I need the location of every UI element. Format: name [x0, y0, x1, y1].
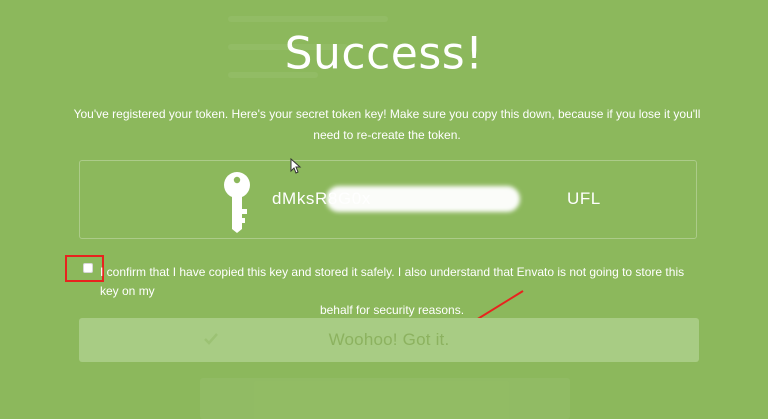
confirm-checkbox[interactable]: [83, 263, 93, 273]
modal-title: Success!: [284, 27, 484, 80]
modal-message: You've registered your token. Here's you…: [73, 107, 701, 142]
key-icon: [224, 172, 250, 233]
background-button: [200, 378, 570, 419]
confirm-label-line1: I confirm that I have copied this key an…: [100, 265, 685, 298]
checkmark-icon: [204, 333, 218, 345]
token-redaction: [326, 186, 520, 212]
token-key-box: dMksR8G0x UFL: [79, 160, 697, 239]
success-modal: Success! You've registered your token. H…: [0, 0, 768, 419]
got-it-button[interactable]: Woohoo! Got it.: [79, 318, 699, 362]
got-it-label: Woohoo! Got it.: [328, 330, 450, 349]
mouse-cursor-icon: [290, 158, 302, 174]
background-content: [228, 16, 388, 22]
token-key-suffix: UFL: [566, 189, 601, 208]
confirm-label: I confirm that I have copied this key an…: [100, 263, 700, 320]
